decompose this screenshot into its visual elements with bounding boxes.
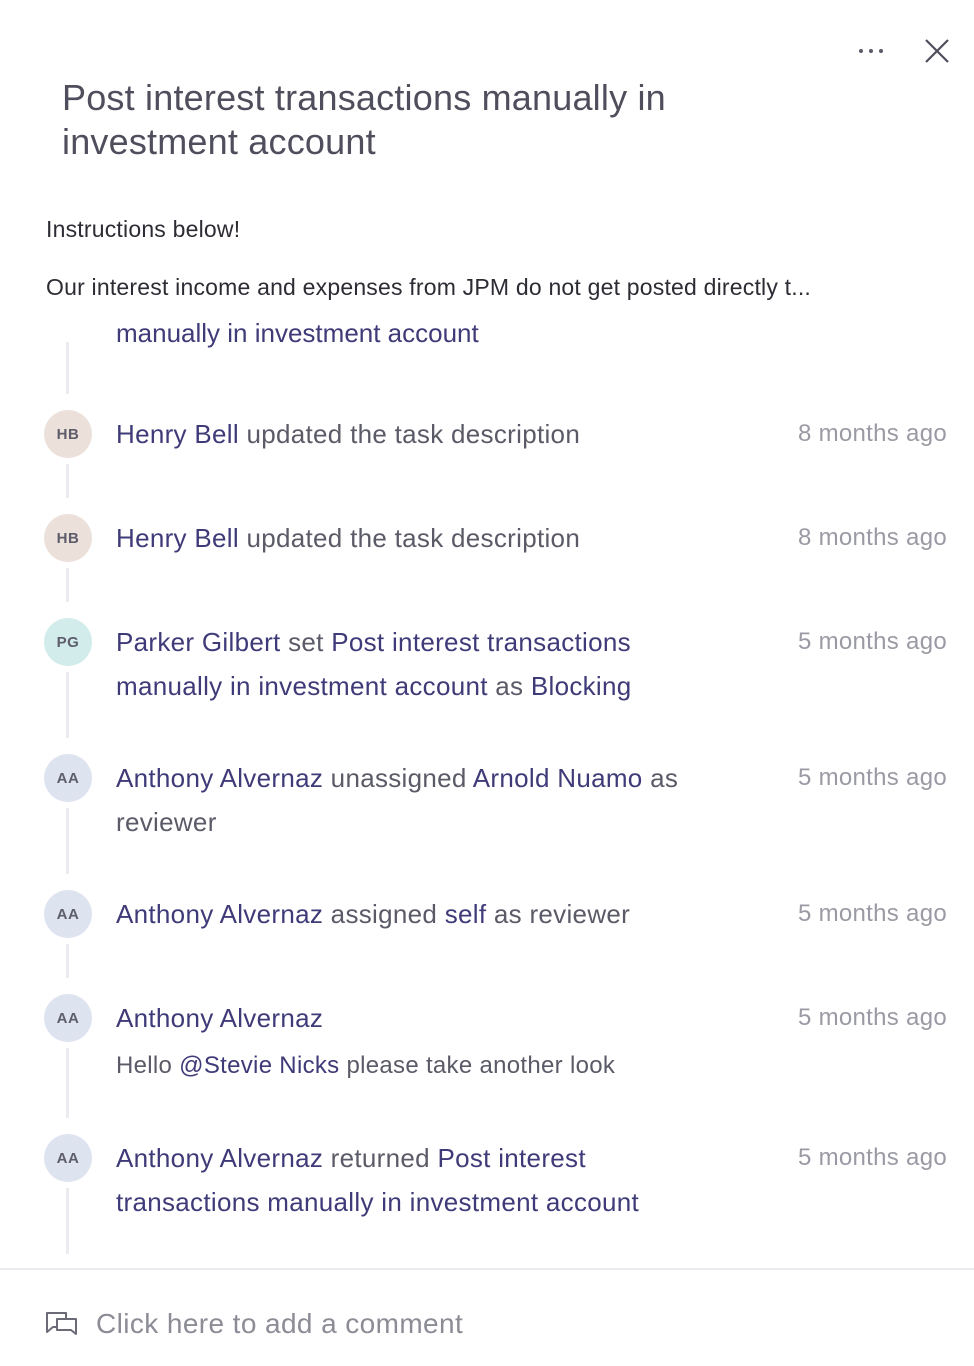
activity-timestamp: 5 months ago — [797, 900, 947, 927]
description-line-1: Instructions below! — [46, 216, 241, 242]
avatar: HB — [44, 410, 92, 458]
user-link[interactable]: self — [445, 899, 487, 929]
timeline-line — [66, 672, 69, 738]
task-title: Post interest transactions manually in i… — [62, 77, 666, 162]
activity-timestamp: 5 months ago — [797, 1004, 947, 1031]
user-link[interactable]: Arnold Nuamo — [473, 763, 643, 793]
timeline-line — [66, 568, 69, 602]
activity-action: as — [487, 671, 531, 701]
activity-action: set — [280, 627, 332, 657]
comment-body: Hello @Stevie Nicks please take another … — [116, 1052, 615, 1080]
activity-text: Henry Bell updated the task description — [116, 412, 726, 456]
activity-action: updated the task description — [238, 419, 581, 449]
activity-action: returned — [323, 1143, 438, 1173]
activity-text: Anthony Alvernaz assigned self as review… — [116, 892, 726, 936]
timeline-line — [66, 808, 69, 874]
activity-timestamp: 8 months ago — [797, 524, 947, 551]
activity-feed: manually in investment account HB Henry … — [0, 318, 974, 1268]
description-line-2[interactable]: Our interest income and expenses from JP… — [46, 274, 906, 301]
avatar: AA — [44, 1134, 92, 1182]
activity-text: Anthony Alvernaz — [116, 996, 726, 1040]
actor-link[interactable]: Henry Bell — [116, 419, 239, 449]
actor-link[interactable]: Anthony Alvernaz — [116, 899, 323, 929]
activity-text: Anthony Alvernaz returned Post interest … — [116, 1136, 696, 1224]
avatar: PG — [44, 618, 92, 666]
header-actions — [856, 34, 954, 68]
activity-timestamp: 8 months ago — [797, 420, 947, 447]
comment-text: please take another look — [339, 1052, 616, 1079]
comment-input[interactable]: Click here to add a comment — [96, 1308, 463, 1340]
ellipsis-icon[interactable] — [856, 36, 886, 66]
avatar: AA — [44, 890, 92, 938]
activity-timestamp: 5 months ago — [797, 1144, 947, 1171]
timeline-line — [66, 1048, 69, 1118]
activity-text: Anthony Alvernaz unassigned Arnold Nuamo… — [116, 756, 726, 844]
comment-icon — [44, 1310, 80, 1340]
actor-link[interactable]: Anthony Alvernaz — [116, 763, 323, 793]
timeline-line — [66, 1188, 69, 1254]
activity-action: assigned — [323, 899, 445, 929]
activity-action: unassigned — [323, 763, 473, 793]
actor-link[interactable]: Anthony Alvernaz — [116, 1143, 323, 1173]
activity-text: Parker Gilbert set Post interest transac… — [116, 620, 696, 708]
avatar: AA — [44, 754, 92, 802]
activity-action: updated the task description — [238, 523, 581, 553]
actor-link[interactable]: Henry Bell — [116, 523, 239, 553]
comment-text: Hello — [116, 1052, 180, 1079]
actor-link[interactable]: Parker Gilbert — [116, 627, 281, 657]
activity-timestamp: 5 months ago — [797, 628, 947, 655]
actor-link[interactable]: Anthony Alvernaz — [116, 1003, 323, 1033]
status-link[interactable]: Blocking — [531, 671, 632, 701]
clipped-activity-text: manually in investment account — [116, 318, 479, 348]
close-icon[interactable] — [920, 34, 954, 68]
avatar: HB — [44, 514, 92, 562]
avatar: AA — [44, 994, 92, 1042]
comment-bar: Click here to add a comment — [0, 1268, 974, 1366]
mention-link[interactable]: @Stevie Nicks — [179, 1052, 339, 1079]
timeline-line — [66, 342, 69, 394]
timeline-line — [66, 464, 69, 498]
activity-action: as reviewer — [486, 899, 631, 929]
timeline-line — [66, 944, 69, 978]
activity-text: Henry Bell updated the task description — [116, 516, 726, 560]
activity-timestamp: 5 months ago — [797, 764, 947, 791]
